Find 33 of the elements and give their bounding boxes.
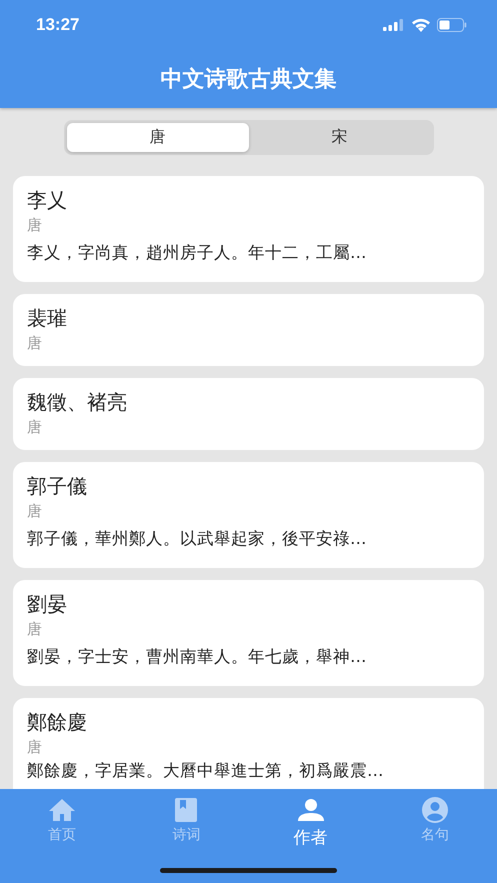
segment-tab[interactable]: 宋	[248, 123, 430, 152]
author-card[interactable]: 李乂 唐 李乂，字尚真，趙州房子人。年十二，工屬…	[13, 176, 484, 282]
author-description: 鄭餘慶，字居業。大曆中舉進士第，初爲嚴震…	[27, 760, 384, 782]
author-card[interactable]: 劉晏 唐 劉晏，字士安，曹州南華人。年七歲，舉神…	[13, 580, 484, 686]
author-card[interactable]: 鄭餘慶 唐 鄭餘慶，字居業。大曆中舉進士第，初爲嚴震…	[13, 698, 484, 789]
home-icon	[48, 798, 76, 822]
author-card[interactable]: 郭子儀 唐 郭子儀，華州鄭人。以武舉起家，後平安祿…	[13, 462, 484, 568]
wifi-icon	[411, 18, 431, 32]
author-card[interactable]: 魏徵、褚亮 唐	[13, 378, 484, 450]
book-icon	[174, 798, 198, 822]
author-description: 李乂，字尚真，趙州房子人。年十二，工屬…	[27, 242, 366, 264]
author-name: 裴璀	[27, 305, 67, 332]
author-name: 鄭餘慶	[27, 709, 87, 736]
dynasty-label: 唐	[27, 619, 42, 640]
author-description: 郭子儀，華州鄭人。以武舉起家，後平安祿…	[27, 528, 366, 550]
battery-icon	[437, 18, 467, 32]
person-icon	[298, 799, 324, 821]
signal-icon	[383, 19, 405, 31]
author-name: 劉晏	[27, 591, 67, 618]
author-name: 郭子儀	[27, 473, 87, 500]
profile-icon	[422, 797, 448, 823]
dynasty-label: 唐	[27, 215, 42, 236]
dynasty-label: 唐	[27, 417, 42, 438]
author-card[interactable]: 裴璀 唐	[13, 294, 484, 366]
author-name: 魏徵、褚亮	[27, 389, 127, 416]
status-time: 13:27	[36, 15, 80, 35]
dynasty-label: 唐	[27, 501, 42, 522]
dynasty-label: 唐	[27, 737, 42, 758]
author-description: 劉晏，字士安，曹州南華人。年七歲，舉神…	[27, 646, 366, 668]
app-title: 中文诗歌古典文集	[160, 66, 336, 94]
author-name: 李乂	[27, 187, 67, 214]
dynasty-label: 唐	[27, 333, 42, 354]
segment-tab[interactable]: 唐	[66, 123, 248, 152]
